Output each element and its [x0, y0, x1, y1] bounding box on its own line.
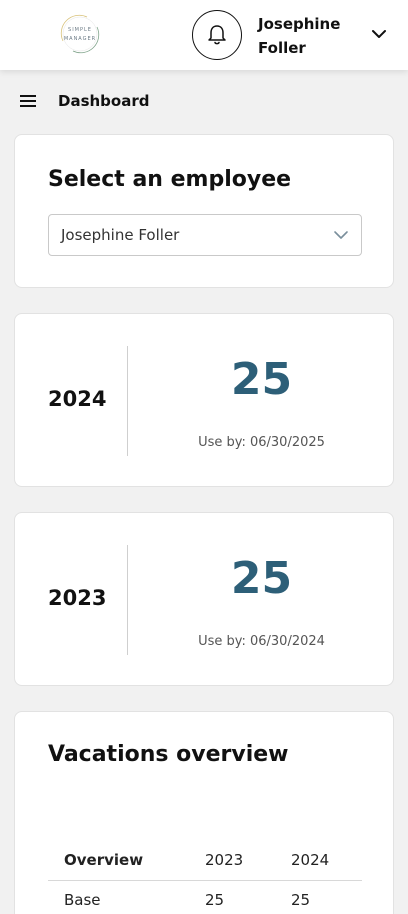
hamburger-icon[interactable] [19, 93, 37, 109]
allowance-year: 2023 [48, 586, 107, 610]
employee-select-title: Select an employee [48, 167, 292, 192]
column-header: 2024 [291, 851, 330, 869]
allowance-use-by: Use by: 06/30/2024 [198, 634, 325, 649]
chevron-down-icon[interactable] [370, 26, 388, 42]
table-row: Base 25 25 [48, 881, 362, 914]
notifications-button[interactable] [192, 10, 242, 60]
logo-ring-icon [60, 14, 100, 54]
allowance-year: 2024 [48, 387, 107, 411]
page-title: Dashboard [58, 92, 150, 110]
table-cell: 25 [205, 891, 225, 909]
allowance-days: 25 [230, 354, 293, 405]
employee-select-card: Select an employee Josephine Foller [14, 134, 394, 288]
app-logo[interactable]: SIMPLE MANAGER [57, 11, 103, 57]
vacations-overview-card: Vacations overview Overview 2023 2024 Ba… [14, 711, 394, 914]
allowance-days: 25 [230, 553, 293, 604]
logo-text-top: SIMPLE [68, 27, 92, 33]
overview-table: Overview 2023 2024 Base 25 25 [48, 841, 362, 914]
breadcrumb: Dashboard [0, 80, 408, 124]
table-header-row: Overview 2023 2024 [48, 841, 362, 881]
user-name[interactable]: Josephine Foller [258, 12, 358, 60]
column-header: 2023 [205, 851, 244, 869]
bell-icon [208, 25, 226, 45]
column-header: Overview [64, 851, 144, 869]
top-bar: SIMPLE MANAGER Josephine Foller [0, 0, 408, 70]
table-cell: 25 [291, 891, 311, 909]
allowance-use-by: Use by: 06/30/2025 [198, 435, 325, 450]
allowance-card: 2023 25 Use by: 06/30/2024 [14, 512, 394, 686]
employee-select-value: Josephine Foller [61, 226, 180, 244]
vacations-overview-title: Vacations overview [48, 742, 289, 767]
employee-select[interactable]: Josephine Foller [48, 214, 362, 256]
allowance-card: 2024 25 Use by: 06/30/2025 [14, 313, 394, 487]
chevron-down-icon [334, 231, 348, 239]
table-cell: Base [64, 891, 101, 909]
logo-text-bottom: MANAGER [63, 36, 97, 42]
